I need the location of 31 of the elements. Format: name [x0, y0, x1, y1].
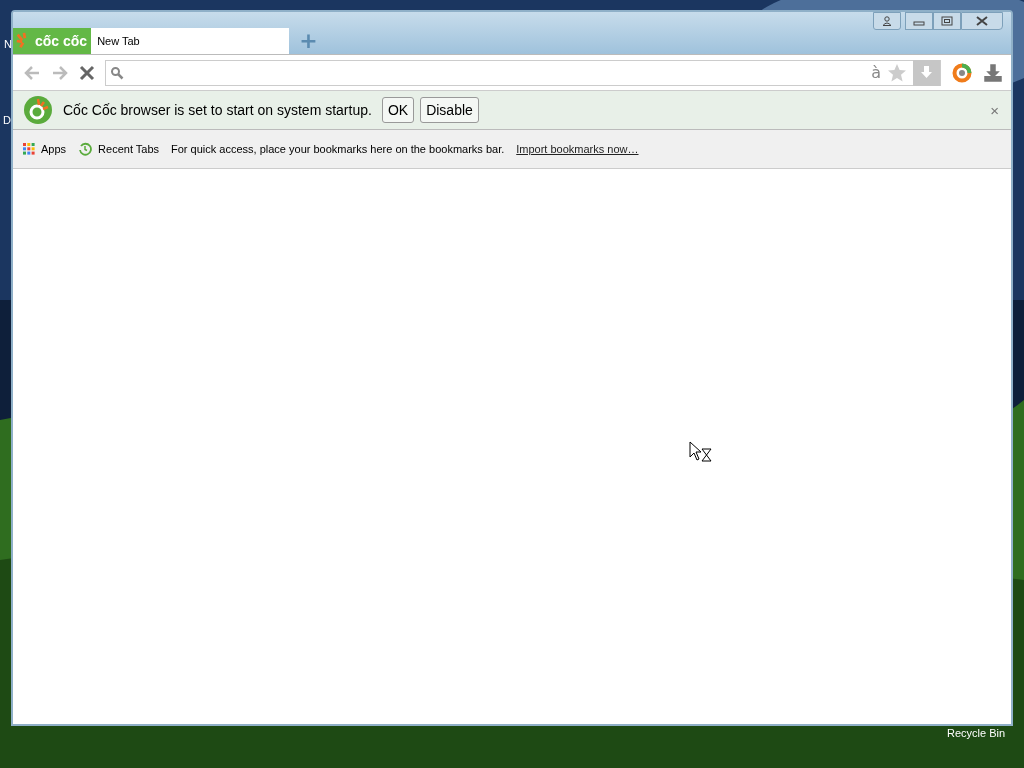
back-icon[interactable]: [23, 64, 41, 81]
bookmark-item[interactable]: Recent Tabs: [78, 142, 160, 156]
search-icon: [110, 65, 124, 80]
stop-icon[interactable]: [79, 64, 95, 81]
maximize-icon: [941, 16, 953, 26]
ring-icon[interactable]: [951, 61, 973, 84]
import-bookmarks-link[interactable]: Import bookmarks now…: [516, 143, 639, 155]
close-icon: [975, 16, 989, 26]
clock-icon: [78, 142, 93, 156]
star-icon[interactable]: [887, 62, 907, 83]
infobar-button[interactable]: Disable: [420, 97, 479, 123]
address-bar[interactable]: à: [105, 59, 941, 86]
desktop-icon-label: D: [3, 114, 11, 126]
infobar-message: Cốc Cốc browser is set to start on system startup.: [63, 102, 372, 118]
maximize-button[interactable]: [933, 12, 961, 30]
download-icon[interactable]: [983, 62, 1003, 83]
infobar-button[interactable]: OK: [381, 97, 415, 123]
close-button[interactable]: [961, 12, 1003, 30]
browser-tab[interactable]: New Tab: [91, 28, 290, 54]
desktop-icon-label: Recycle Bin: [947, 727, 1006, 739]
apps-grid-icon: [23, 143, 35, 155]
bookmark-item[interactable]: Apps: [23, 143, 67, 155]
forward-icon[interactable]: [51, 64, 69, 81]
browser-logo: cốc cốc: [13, 28, 92, 54]
bookmarks-hint: For quick access, place your bookmarks here on the bookmarks bar.: [171, 143, 505, 155]
desktop-icon-label: N: [4, 38, 11, 50]
input-method-indicator[interactable]: à: [871, 63, 881, 82]
profile-button[interactable]: [873, 12, 901, 30]
person-icon: [882, 16, 892, 26]
browser-logo-icon: [23, 95, 53, 125]
close-button[interactable]: ×: [990, 101, 999, 119]
